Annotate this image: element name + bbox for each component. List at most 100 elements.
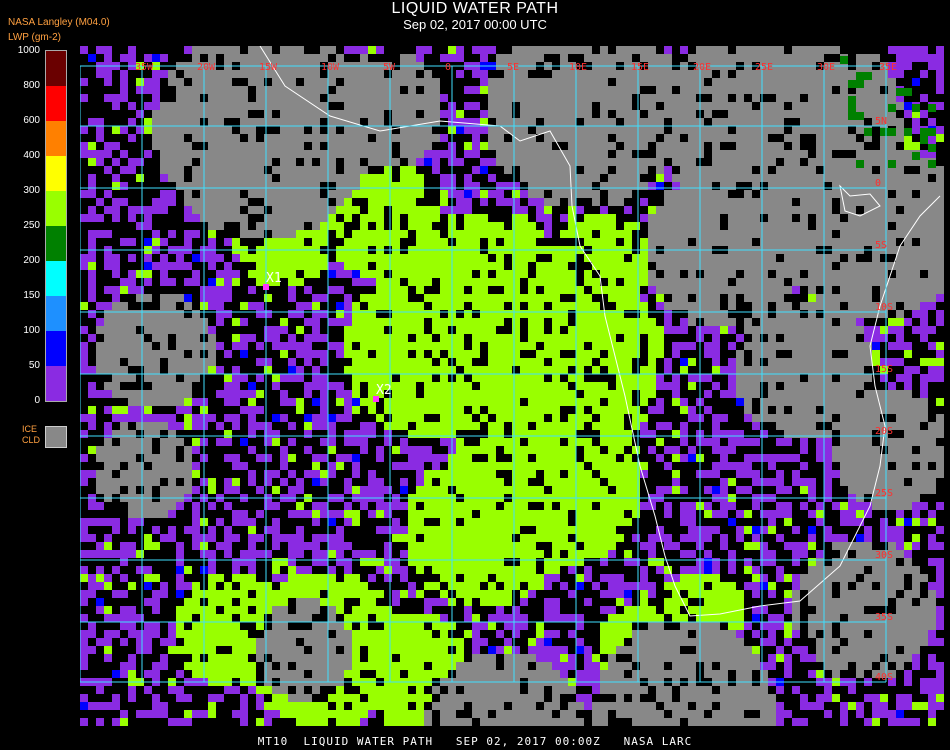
cloud-pixel	[480, 70, 488, 78]
cloud-pixel	[264, 142, 272, 150]
cloud-pixel	[560, 86, 568, 94]
cloud-pixel	[552, 270, 560, 278]
cloud-pixel	[504, 142, 512, 150]
cloud-pixel	[336, 230, 344, 238]
cloud-pixel	[400, 206, 408, 214]
cloud-pixel	[656, 110, 664, 118]
cloud-pixel	[728, 462, 736, 470]
cloud-pixel	[856, 422, 864, 430]
cloud-pixel	[144, 366, 152, 374]
legend-swatch	[46, 86, 66, 121]
cloud-pixel	[712, 318, 720, 326]
cloud-pixel	[232, 86, 240, 94]
cloud-pixel	[848, 134, 856, 142]
cloud-pixel	[152, 78, 160, 86]
cloud-pixel	[368, 110, 376, 118]
cloud-pixel	[640, 262, 648, 270]
cloud-pixel	[96, 158, 104, 166]
cloud-pixel	[936, 262, 944, 270]
cloud-pixel	[880, 478, 888, 486]
cloud-pixel	[88, 206, 96, 214]
cloud-pixel	[528, 150, 536, 158]
cloud-pixel	[248, 390, 256, 398]
cloud-pixel	[392, 118, 400, 126]
cloud-pixel	[920, 302, 928, 310]
cloud-pixel	[760, 310, 768, 318]
cloud-pixel	[144, 54, 152, 62]
cloud-pixel	[304, 134, 312, 142]
cloud-pixel	[392, 214, 400, 222]
cloud-pixel	[496, 262, 504, 270]
cloud-pixel	[296, 302, 304, 310]
cloud-pixel	[104, 358, 112, 366]
cloud-pixel	[672, 254, 680, 262]
cloud-pixel	[88, 334, 96, 342]
cloud-pixel	[96, 550, 104, 558]
lwp-map: 35W 20W 15W 10W 5W 0 5E 10E 15E 20E 25E 30E 35E5N05S…	[80, 46, 944, 726]
cloud-pixel	[496, 182, 504, 190]
cloud-pixel	[744, 510, 752, 518]
cloud-pixel	[760, 430, 768, 438]
cloud-pixel	[656, 230, 664, 238]
cloud-pixel	[840, 542, 848, 550]
cloud-pixel	[384, 334, 392, 342]
cloud-pixel	[416, 158, 424, 166]
cloud-pixel	[680, 534, 688, 542]
cloud-pixel	[648, 94, 656, 102]
cloud-pixel	[632, 270, 640, 278]
cloud-pixel	[656, 94, 664, 102]
cloud-pixel	[568, 502, 576, 510]
cloud-pixel	[120, 422, 128, 430]
cloud-pixel	[536, 182, 544, 190]
cloud-pixel	[784, 270, 792, 278]
cloud-pixel	[296, 534, 304, 542]
cloud-pixel	[600, 270, 608, 278]
cloud-pixel	[512, 390, 520, 398]
cloud-pixel	[736, 54, 744, 62]
cloud-pixel	[296, 54, 304, 62]
cloud-pixel	[840, 478, 848, 486]
legend-swatch	[46, 331, 66, 366]
cloud-pixel	[320, 414, 328, 422]
cloud-pixel	[608, 94, 616, 102]
cloud-pixel	[120, 406, 128, 414]
cloud-pixel	[440, 486, 448, 494]
cloud-pixel	[208, 334, 216, 342]
cloud-pixel	[592, 238, 600, 246]
cloud-pixel	[624, 454, 632, 462]
cloud-pixel	[168, 454, 176, 462]
cloud-pixel	[584, 454, 592, 462]
cloud-pixel	[888, 182, 896, 190]
cloud-pixel	[264, 86, 272, 94]
cloud-pixel	[376, 78, 384, 86]
cloud-pixel	[528, 334, 536, 342]
cloud-pixel	[272, 438, 280, 446]
cloud-pixel	[416, 150, 424, 158]
cloud-pixel	[864, 470, 872, 478]
cloud-pixel	[400, 70, 408, 78]
cloud-pixel	[936, 78, 944, 86]
cloud-pixel	[624, 94, 632, 102]
cloud-pixel	[640, 366, 648, 374]
cloud-pixel	[840, 70, 848, 78]
cloud-pixel	[224, 382, 232, 390]
cloud-pixel	[776, 198, 784, 206]
cloud-pixel	[368, 254, 376, 262]
cloud-pixel	[440, 502, 448, 510]
cloud-pixel	[240, 438, 248, 446]
cloud-pixel	[864, 398, 872, 406]
cloud-pixel	[840, 446, 848, 454]
cloud-pixel	[256, 358, 264, 366]
cloud-pixel	[664, 510, 672, 518]
cloud-pixel	[656, 254, 664, 262]
cloud-pixel	[320, 198, 328, 206]
cloud-pixel	[336, 550, 344, 558]
cloud-pixel	[848, 454, 856, 462]
cloud-pixel	[792, 150, 800, 158]
cloud-pixel	[520, 382, 528, 390]
cloud-pixel	[528, 446, 536, 454]
cloud-pixel	[392, 422, 400, 430]
cloud-pixel	[768, 326, 776, 334]
cloud-pixel	[264, 334, 272, 342]
cloud-pixel	[848, 190, 856, 198]
